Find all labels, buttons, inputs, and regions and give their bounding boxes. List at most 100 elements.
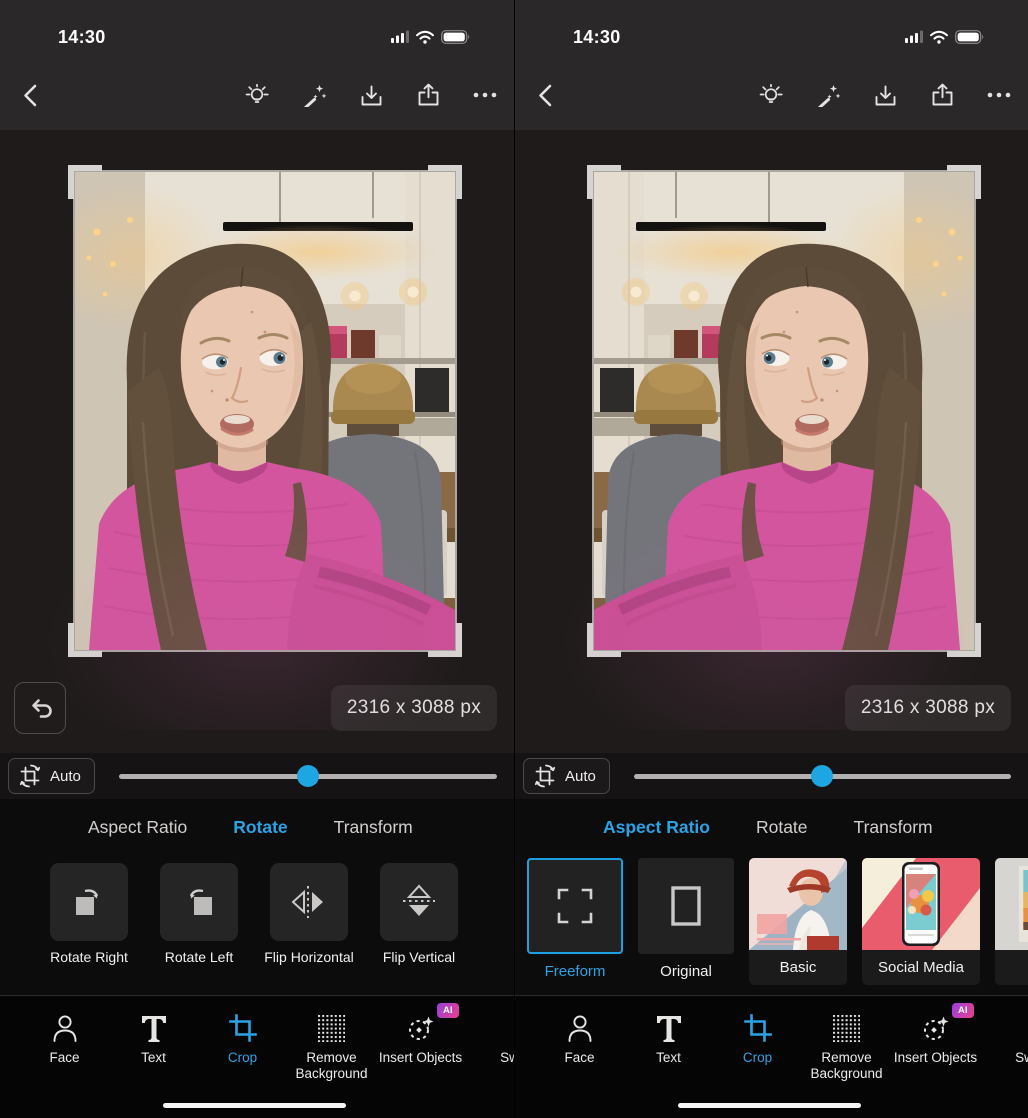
rotate-left-button[interactable]: Rotate Left [144, 855, 254, 967]
undo-button[interactable] [14, 682, 66, 734]
swap-label-partial: Sw [1015, 1050, 1028, 1066]
aspect-social-media-preset[interactable]: Social Media [862, 858, 980, 985]
basic-preset-thumbnail [749, 858, 847, 950]
flip-horizontal-icon [291, 884, 327, 920]
social-media-label: Social Media [862, 950, 980, 985]
photo-crop-area[interactable] [594, 172, 974, 650]
crop-handle-top-left[interactable] [587, 165, 621, 199]
rotate-left-icon [182, 885, 216, 919]
swap-tool-button-partial[interactable]: Sw [465, 1009, 514, 1118]
magic-wand-button[interactable] [301, 82, 327, 108]
hints-bulb-button[interactable] [758, 82, 784, 108]
share-button[interactable] [929, 82, 955, 108]
tab-rotate[interactable]: Rotate [233, 817, 287, 838]
home-indicator[interactable] [678, 1103, 861, 1108]
insert-objects-icon [922, 1014, 950, 1043]
print-label-partial: P [995, 950, 1028, 985]
slider-thumb[interactable] [297, 765, 319, 787]
tab-aspect-ratio[interactable]: Aspect Ratio [88, 817, 187, 838]
magic-wand-button[interactable] [815, 82, 841, 108]
rotate-right-button[interactable]: Rotate Right [34, 855, 144, 967]
app: 14:30 [0, 0, 1028, 1118]
battery-icon [441, 30, 470, 44]
ai-badge: AI [952, 1003, 974, 1018]
text-tool-button[interactable]: Text [624, 1009, 713, 1118]
back-button[interactable] [18, 82, 44, 108]
auto-crop-button[interactable]: Auto [8, 758, 95, 794]
photo-mirrored [594, 172, 974, 650]
straighten-slider[interactable] [634, 765, 1011, 787]
crop-rotate-icon [18, 764, 42, 788]
image-size-label: 2316 x 3088 px [331, 685, 497, 731]
toolbar-actions [758, 82, 1012, 108]
save-download-button[interactable] [872, 82, 898, 108]
top-toolbar [0, 68, 514, 130]
swap-tool-button-partial[interactable]: Sw [980, 1009, 1028, 1118]
crop-icon [229, 1014, 257, 1043]
text-tool-button[interactable]: Text [109, 1009, 198, 1118]
battery-icon [955, 30, 984, 44]
auto-crop-button[interactable]: Auto [523, 758, 610, 794]
swap-label-partial: Sw [500, 1050, 514, 1066]
crop-handle-bottom-left[interactable] [68, 623, 102, 657]
screenshot-left: 14:30 [0, 0, 514, 1118]
remove-background-label: Remove Background [287, 1050, 376, 1082]
photo-crop-area[interactable] [75, 172, 455, 650]
toolbar-actions [244, 82, 498, 108]
face-label: Face [564, 1050, 594, 1066]
crop-handle-bottom-right[interactable] [947, 623, 981, 657]
face-tool-button[interactable]: Face [535, 1009, 624, 1118]
more-options-button[interactable] [472, 82, 498, 108]
crop-icon [744, 1014, 772, 1043]
flip-horizontal-button[interactable]: Flip Horizontal [254, 855, 364, 967]
crop-handle-bottom-right[interactable] [428, 623, 462, 657]
freeform-icon [556, 887, 594, 925]
rotate-left-label: Rotate Left [165, 949, 234, 967]
hints-bulb-button[interactable] [244, 82, 270, 108]
remove-background-button[interactable]: Remove Background [802, 1009, 891, 1118]
face-label: Face [49, 1050, 79, 1066]
clock: 14:30 [58, 27, 106, 48]
tab-aspect-ratio[interactable]: Aspect Ratio [603, 817, 710, 838]
share-button[interactable] [415, 82, 441, 108]
more-options-button[interactable] [986, 82, 1012, 108]
crop-tool-button[interactable]: Crop [713, 1009, 802, 1118]
aspect-print-preset-partial[interactable]: P [995, 858, 1028, 985]
slider-thumb[interactable] [811, 765, 833, 787]
text-label: Text [141, 1050, 166, 1066]
save-download-button[interactable] [358, 82, 384, 108]
aspect-freeform-option[interactable]: Freeform [527, 855, 623, 980]
remove-background-button[interactable]: Remove Background [287, 1009, 376, 1118]
crop-label: Crop [228, 1050, 257, 1066]
crop-tool-button[interactable]: Crop [198, 1009, 287, 1118]
status-bar: 14:30 [0, 0, 514, 68]
auto-label: Auto [50, 768, 81, 785]
crop-tabs: Aspect Ratio Rotate Transform [0, 799, 514, 855]
text-icon [140, 1014, 168, 1043]
flip-vertical-icon [401, 884, 437, 920]
text-label: Text [656, 1050, 681, 1066]
straighten-bar: Auto [515, 753, 1028, 799]
tab-transform[interactable]: Transform [854, 817, 933, 838]
face-tool-button[interactable]: Face [20, 1009, 109, 1118]
ai-badge: AI [437, 1003, 459, 1018]
back-button[interactable] [533, 82, 559, 108]
aspect-original-option[interactable]: Original [638, 855, 734, 980]
insert-objects-button[interactable]: AI Insert Objects [376, 1009, 465, 1118]
tab-transform[interactable]: Transform [334, 817, 413, 838]
home-indicator[interactable] [163, 1103, 346, 1108]
freeform-label: Freeform [545, 963, 606, 980]
text-icon [655, 1014, 683, 1043]
crop-handle-top-left[interactable] [68, 165, 102, 199]
flip-vertical-button[interactable]: Flip Vertical [364, 855, 474, 967]
photo [75, 172, 455, 650]
tab-rotate[interactable]: Rotate [756, 817, 808, 838]
insert-objects-button[interactable]: AI Insert Objects [891, 1009, 980, 1118]
crop-handle-bottom-left[interactable] [587, 623, 621, 657]
aspect-basic-preset[interactable]: Basic [749, 858, 847, 985]
insert-objects-label: Insert Objects [379, 1050, 462, 1066]
straighten-slider[interactable] [119, 765, 497, 787]
crop-handle-top-right[interactable] [947, 165, 981, 199]
crop-handle-top-right[interactable] [428, 165, 462, 199]
basic-label: Basic [749, 950, 847, 985]
